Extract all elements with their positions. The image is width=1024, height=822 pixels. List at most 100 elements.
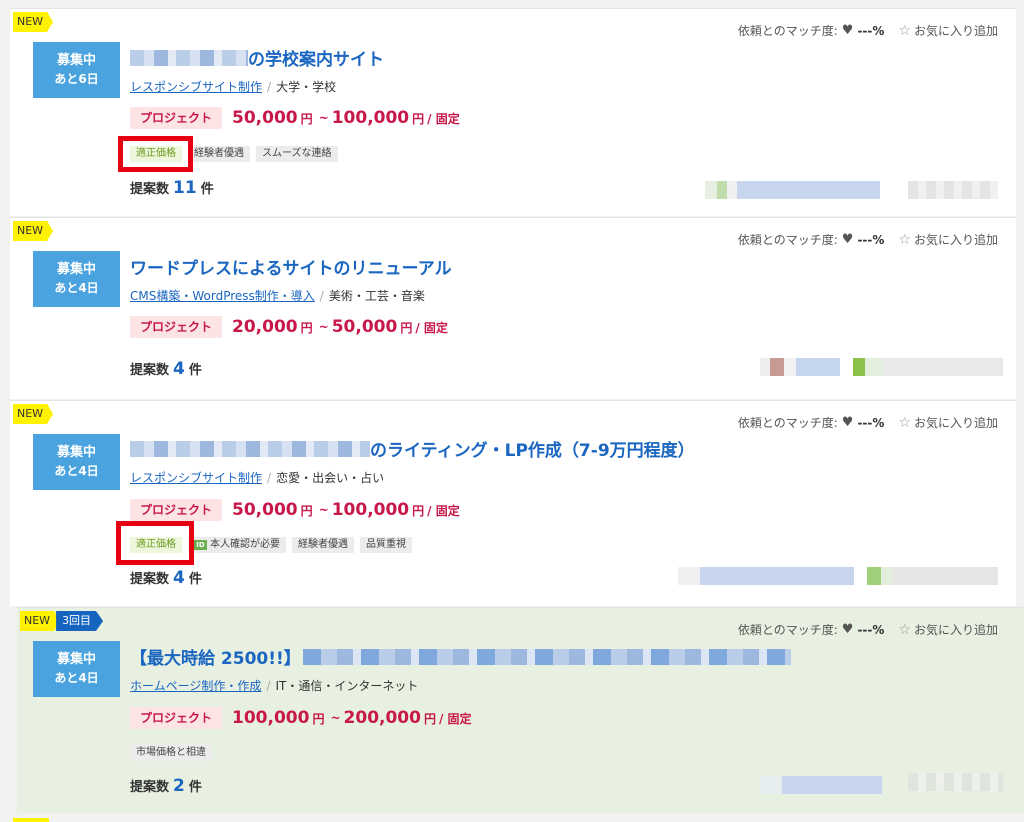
price-row: プロジェクト 50,000 円 ~ 100,000 円 / 固定 [130,107,460,129]
next-card-ribbon-partial [13,818,49,822]
match-value: ---% [857,232,885,247]
favorite-button[interactable]: ☆ お気に入り追加 [898,414,998,431]
category-line: レスポンシブサイト制作 / 恋愛・出会い・占い [130,469,384,486]
job-title-link[interactable]: ワードプレスによるサイトのリニューアル [130,254,452,279]
category-line: CMS構築・WordPress制作・導入 / 美術・工芸・音楽 [130,287,425,304]
redacted-text [130,49,248,66]
proposal-count: 提案数 11 件 [130,178,214,198]
price-min: 50,000 [232,108,298,128]
tag-label: 本人確認が必要 [210,539,280,550]
job-title-link[interactable]: のライティング・LP作成（7-9万円程度） [130,436,695,461]
price-min: 50,000 [232,500,298,520]
category-separator: / [267,80,272,94]
star-icon: ☆ [898,414,911,431]
category-link[interactable]: CMS構築・WordPress制作・導入 [130,289,315,303]
range-separator: ~ [318,503,329,517]
price-max: 100,000 [331,108,410,128]
tag-price-mismatch: 市場価格と相違 [130,745,212,761]
job-card[interactable]: NEW 募集中 あと4日 依頼とのマッチ度: ♥ ---% ☆ お気に入り追加 … [10,400,1016,606]
new-ribbon: NEW [13,12,54,32]
favorite-label: お気に入り追加 [913,233,998,247]
client-info-redacted [678,567,854,585]
status-label: 募集中 [56,445,96,460]
client-name-redacted [908,773,1003,791]
price-max: 50,000 [331,317,398,337]
job-title-link[interactable]: の学校案内サイト [130,45,384,70]
project-type-badge: プロジェクト [130,499,223,521]
fixed-label: / 固定 [427,111,460,126]
favorite-button[interactable]: ☆ お気に入り追加 [898,231,998,248]
tag-list: 市場価格と相違 [130,745,212,761]
project-type-badge: プロジェクト [130,707,223,729]
yen-unit: 円 [412,111,425,126]
days-left: あと4日 [54,281,99,295]
match-label: 依頼とのマッチ度: [737,24,838,38]
category-link[interactable]: レスポンシブサイト制作 [130,471,262,485]
annotation-highlight-box [116,521,194,565]
match-label: 依頼とのマッチ度: [737,233,838,247]
proposal-label: 提案数 [130,780,170,795]
client-info-redacted [705,181,880,199]
industry-label: 大学・学校 [276,80,337,94]
yen-unit: 円 [423,711,436,726]
match-value: ---% [857,622,885,637]
job-title: ワードプレスによるサイトのリニューアル [130,259,452,279]
status-label: 募集中 [56,53,96,68]
category-link[interactable]: レスポンシブサイト制作 [130,80,262,94]
annotation-highlight-box [118,136,193,172]
heart-icon: ♥ [841,622,854,637]
industry-label: 美術・工芸・音楽 [328,289,425,303]
fixed-label: / 固定 [438,711,472,726]
industry-label: 恋愛・出会い・占い [276,471,385,485]
proposal-label: 提案数 [130,572,170,587]
yen-unit: 円 [300,320,313,335]
job-card[interactable]: NEW 募集中 あと6日 依頼とのマッチ度: ♥ ---% ☆ お気に入り追加 … [10,8,1016,216]
proposal-number: 11 [173,178,197,198]
star-icon: ☆ [898,231,911,248]
tag: 経験者優遇 [188,146,250,162]
job-title: 【最大時給 2500!!】 [130,649,301,669]
job-card[interactable]: NEW 3回目 募集中 あと4日 依頼とのマッチ度: ♥ ---% ☆ お気に入… [17,607,1024,813]
proposal-number: 2 [173,776,185,796]
match-indicator: 依頼とのマッチ度: ♥ ---% ☆ お気に入り追加 [738,414,998,431]
price-row: プロジェクト 50,000 円 ~ 100,000 円 / 固定 [130,499,460,521]
favorite-button[interactable]: ☆ お気に入り追加 [898,22,998,39]
favorite-label: お気に入り追加 [913,623,998,637]
category-separator: / [267,471,272,485]
tag: 経験者優遇 [292,537,354,553]
price-row: プロジェクト 20,000 円 ~ 50,000 円 / 固定 [130,316,448,338]
project-type-badge: プロジェクト [130,107,223,129]
category-line: ホームページ制作・作成 / IT・通信・インターネット [130,677,418,694]
job-card[interactable]: NEW 募集中 あと4日 依頼とのマッチ度: ♥ ---% ☆ お気に入り追加 … [10,217,1016,399]
new-badge: NEW [13,404,54,424]
tag: スムーズな連絡 [256,146,338,162]
status-badge: 募集中 あと4日 [33,251,120,307]
round-badge: 3回目 [56,611,104,631]
proposal-unit: 件 [188,363,202,378]
favorite-label: お気に入り追加 [913,24,998,38]
yen-unit: 円 [312,711,325,726]
tag-identity-required: ID 本人確認が必要 [188,537,286,553]
proposal-label: 提案数 [130,363,170,378]
fixed-label: / 固定 [427,503,460,518]
proposal-unit: 件 [200,182,214,197]
range-separator: ~ [318,320,329,334]
match-label: 依頼とのマッチ度: [737,416,838,430]
price-max: 200,000 [343,708,421,728]
new-ribbon: NEW [13,221,54,241]
proposal-count: 提案数 4 件 [130,568,202,588]
redacted-text [130,440,370,457]
days-left: あと4日 [54,671,99,685]
job-title: のライティング・LP作成（7-9万円程度） [370,441,695,461]
client-name-redacted [908,181,998,199]
yen-unit: 円 [300,503,313,518]
category-link[interactable]: ホームページ制作・作成 [130,679,261,693]
job-title-link[interactable]: 【最大時給 2500!!】 [130,644,791,669]
category-line: レスポンシブサイト制作 / 大学・学校 [130,78,336,95]
favorite-button[interactable]: ☆ お気に入り追加 [898,621,998,638]
job-title: の学校案内サイト [248,50,384,70]
status-label: 募集中 [56,652,96,667]
heart-icon: ♥ [841,23,854,38]
client-info-redacted [760,358,840,376]
proposal-count: 提案数 2 件 [130,776,202,796]
